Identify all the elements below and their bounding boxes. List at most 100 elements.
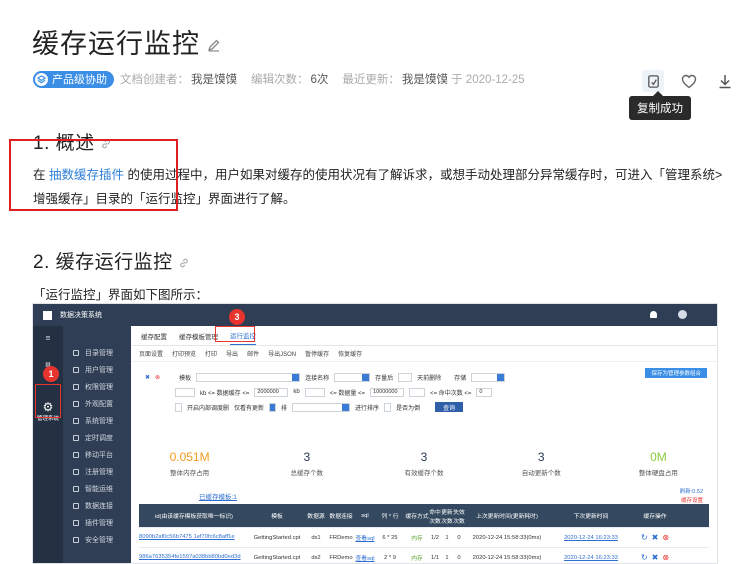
toolbar-item[interactable]: 恢复缓存 (338, 349, 362, 358)
product-badge-icon (35, 72, 48, 86)
cache-stats: 0.051M 整体内存占用 3 总缓存个数 3 有效缓存个数 3 自动更新个数 0M 整体硬盘占用 (131, 450, 717, 486)
menu-item[interactable]: 目录管理 (63, 344, 131, 361)
cell-last: 2020-12-24 15:58:33(0ms) (472, 554, 542, 561)
clear-cache-icon[interactable]: ✖ (652, 553, 659, 562)
system-menu: 目录管理 用户管理 权限管理 外观配置 系统管理 定时调度 移动平台 注册管理 智能运维 数据连接… (63, 326, 131, 563)
filter-connection-label: 连接名称 (305, 375, 330, 382)
toolbar-item[interactable]: 打印 (205, 349, 217, 358)
avatar[interactable] (678, 310, 687, 319)
toolbar-item[interactable]: 导出 (226, 349, 238, 358)
stat-label: 整体内存占用 (170, 470, 210, 477)
anchor-link-icon[interactable] (178, 257, 190, 269)
filter-recent-label: 存量后 (375, 375, 394, 382)
filter-status-label: 存储 (454, 375, 467, 382)
cell-tpl: GettingStarted.cpt (253, 534, 301, 541)
meta-updated-label: 最近更新： (342, 74, 400, 86)
cell-tpl: GettingStarted.cpt (253, 554, 301, 561)
table-header: id(由该缓存模板获取唯一标识) 模板 数据源 数据连接 sql 列 * 行缓存方式 命中次… (139, 504, 709, 528)
export-icon[interactable]: ✖ (145, 374, 150, 381)
column-header: 缓存方式 (405, 514, 429, 520)
menu-item-icon (73, 383, 79, 390)
kb-min-input[interactable] (175, 387, 195, 397)
delete-icon[interactable]: ⊗ (662, 533, 669, 542)
menu-item[interactable]: 移动平台 (63, 446, 131, 463)
stat-card: 3 自动更新个数 (483, 450, 600, 486)
column-header: 列 * 行 (381, 514, 399, 520)
app-topbar: 数据决策系统 (33, 304, 717, 326)
meta-creator-label: 文档创建者： (120, 74, 189, 86)
doc-tools (642, 70, 736, 92)
menu-item[interactable]: 智能运维 (63, 480, 131, 497)
sort-select[interactable] (292, 402, 351, 412)
cell-id[interactable]: 8090b2af0c56b7475 1ef70fc6c8aff1e (139, 534, 249, 541)
recent-days-input[interactable] (398, 372, 413, 382)
desc-checkbox[interactable] (384, 402, 392, 412)
hit-min-input[interactable] (409, 387, 426, 397)
tab-template-manage[interactable]: 缓存模板管理 (179, 331, 218, 345)
menu-item-icon (73, 502, 79, 509)
cell-id[interactable]: 986a7635354fe1597a038bb80bd0ed3d (139, 554, 249, 561)
template-select[interactable] (196, 372, 301, 382)
column-header: id(由该缓存模板获取唯一标识) (155, 514, 233, 520)
stat-value: 3 (537, 450, 545, 464)
menu-item[interactable]: 用户管理 (63, 361, 131, 378)
marker-box-3 (215, 326, 255, 342)
edit-icon[interactable] (207, 38, 221, 52)
stat-label: 整体硬盘占用 (638, 470, 678, 477)
menu-item[interactable]: 外观配置 (63, 395, 131, 412)
only-updated-checkbox[interactable] (269, 402, 277, 412)
menu-item[interactable]: 权限管理 (63, 378, 131, 395)
section-heading-monitor: 2. 缓存运行监控 (33, 247, 190, 274)
stat-label: 有效缓存个数 (404, 470, 444, 477)
menu-item[interactable]: 系统管理 (63, 412, 131, 429)
stat-value: 0.051M (169, 450, 210, 464)
menu-item-icon (73, 366, 79, 373)
menu-item[interactable]: 插件管理 (63, 514, 131, 531)
refresh-icon[interactable]: ↻ (641, 553, 648, 562)
menu-item[interactable]: 安全管理 (63, 531, 131, 548)
toolbar-item[interactable]: 导出JSON (268, 349, 296, 358)
meta-edits-value: 6次 (310, 74, 329, 86)
marker-box-1 (35, 384, 61, 418)
menu-item[interactable]: 数据连接 (63, 497, 131, 514)
cached-template-count[interactable]: 已缓存模板:1 (199, 491, 237, 501)
internal-delete-checkbox[interactable] (175, 402, 182, 412)
copy-link-button[interactable] (642, 70, 664, 92)
product-badge[interactable]: 产品级协助 (33, 70, 114, 88)
kb-max-input[interactable]: 2000000 (254, 387, 289, 397)
list-icon[interactable]: ☰ (33, 326, 63, 352)
column-header: 失效次数 (453, 509, 465, 525)
delete-icon[interactable]: ⊗ (662, 553, 669, 562)
like-button[interactable] (678, 70, 700, 92)
clear-icon[interactable]: ⊗ (155, 374, 160, 381)
count-min-input[interactable] (304, 387, 325, 397)
cell-next[interactable]: 2020-12-24 16:23:33 (549, 535, 633, 541)
download-button[interactable] (714, 70, 736, 92)
bell-icon[interactable] (650, 311, 657, 318)
toolbar-item[interactable]: 暂停缓存 (305, 349, 329, 358)
cell-last: 2020-12-24 15:58:33(0ms) (472, 534, 542, 541)
cell-sql[interactable]: 查看sql (355, 553, 375, 562)
cell-ds: ds1 (311, 534, 321, 541)
status-select[interactable] (471, 372, 506, 382)
cell-fail: 0 (457, 534, 461, 541)
stat-label: 自动更新个数 (521, 470, 561, 477)
toolbar-item[interactable]: 邮件 (247, 349, 259, 358)
cache-settings-link[interactable]: 缓存设置 (681, 496, 703, 504)
cell-sql[interactable]: 查看sql (355, 533, 375, 542)
menu-item[interactable]: 定时调度 (63, 429, 131, 446)
refresh-icon[interactable]: ↻ (641, 533, 648, 542)
toolbar-item[interactable]: 页面设置 (139, 349, 163, 358)
tab-cache-config[interactable]: 缓存配置 (141, 331, 167, 345)
count-max-input[interactable]: 10000000 (370, 387, 405, 397)
refresh-time: 刷新:0.52 (679, 489, 703, 495)
column-header: 下次更新时间 (573, 514, 609, 520)
clear-cache-icon[interactable]: ✖ (652, 533, 659, 542)
cell-next[interactable]: 2020-12-24 16:23:33 (549, 555, 633, 561)
query-button[interactable]: 查询 (435, 402, 464, 412)
toolbar-item[interactable]: 打印预览 (172, 349, 196, 358)
hit-max-input[interactable]: 0 (476, 387, 493, 397)
menu-item[interactable]: 注册管理 (63, 463, 131, 480)
connection-select[interactable] (334, 372, 371, 382)
app-logo-icon (43, 310, 52, 320)
